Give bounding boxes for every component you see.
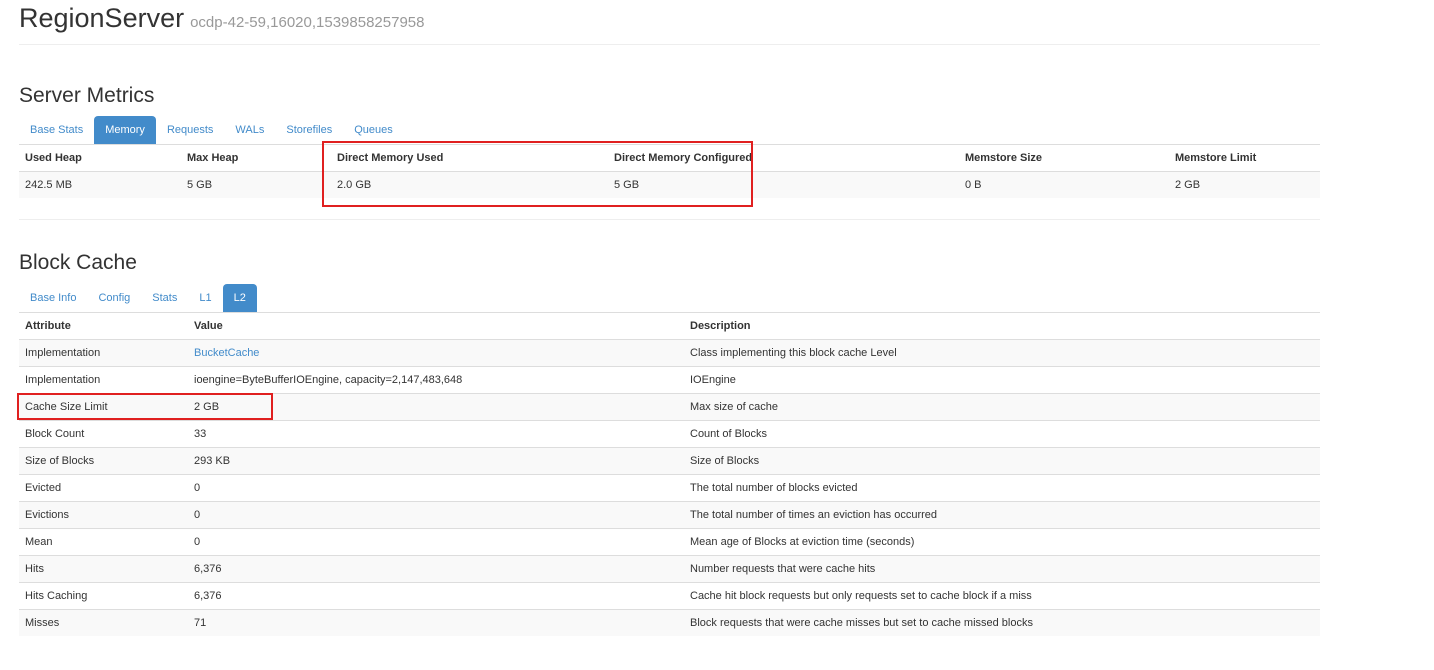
value-cell: BucketCache [188,339,684,367]
table-row: Hits 6,376 Number requests that were cac… [19,555,1320,583]
page-title: RegionServer ocdp-42-59,16020,15398582579… [19,3,424,34]
value-cell: 33 [188,420,684,448]
block-cache-title: Block Cache [19,251,137,274]
table-row: Size of Blocks 293 KB Size of Blocks [19,447,1320,475]
table-header-row: Attribute Value Description [19,312,1320,340]
table-row: 242.5 MB 5 GB 2.0 GB 5 GB 0 B 2 GB [19,171,1320,198]
attribute-cell: Hits Caching [19,582,188,610]
description-cell: Class implementing this block cache Leve… [684,339,1320,367]
description-cell: Block requests that were cache misses bu… [684,609,1320,636]
description-cell: IOEngine [684,366,1320,394]
tab-base-stats[interactable]: Base Stats [19,116,94,144]
value-cell: 293 KB [188,447,684,475]
attribute-cell: Evictions [19,501,188,529]
tab-base-info[interactable]: Base Info [19,284,87,312]
column-header: Direct Memory Configured [608,144,959,172]
server-name: ocdp-42-59,16020,1539858257958 [190,14,425,31]
page-header: RegionServer ocdp-42-59,16020,15398582579… [19,0,1320,45]
title-text: RegionServer [19,3,185,33]
value-cell: 0 [188,474,684,502]
table-row: Block Count 33 Count of Blocks [19,420,1320,448]
description-cell: Max size of cache [684,393,1320,421]
description-cell: Number requests that were cache hits [684,555,1320,583]
tab-stats[interactable]: Stats [141,284,188,312]
block-cache-tabs: Base Info Config Stats L1 L2 [19,284,257,312]
table-row: Cache Size Limit 2 GB Max size of cache [19,393,1320,421]
value-cell: 0 [188,501,684,529]
value-cell: 0 [188,528,684,556]
table-row: Implementation ioengine=ByteBufferIOEngi… [19,366,1320,394]
block-cache-table: Attribute Value Description Implementati… [19,312,1320,636]
attribute-cell: Hits [19,555,188,583]
attribute-cell: Implementation [19,339,188,367]
memstore-size-value: 0 B [959,171,1169,198]
value-cell: ioengine=ByteBufferIOEngine, capacity=2,… [188,366,684,394]
table-row: Hits Caching 6,376 Cache hit block reque… [19,582,1320,610]
server-metrics-title: Server Metrics [19,84,155,107]
table-row: Mean 0 Mean age of Blocks at eviction ti… [19,528,1320,556]
tab-config[interactable]: Config [87,284,141,312]
column-header: Direct Memory Used [331,144,608,172]
description-cell: The total number of times an eviction ha… [684,501,1320,529]
description-cell: Size of Blocks [684,447,1320,475]
direct-memory-configured-value: 5 GB [608,171,959,198]
table-row: Implementation BucketCache Class impleme… [19,339,1320,367]
value-cell: 6,376 [188,555,684,583]
max-heap-value: 5 GB [181,171,331,198]
tab-l2[interactable]: L2 [222,284,257,312]
column-header: Used Heap [19,144,181,172]
attribute-cell: Implementation [19,366,188,394]
column-header: Memstore Size [959,144,1169,172]
column-header: Max Heap [181,144,331,172]
direct-memory-used-value: 2.0 GB [331,171,608,198]
description-cell: Count of Blocks [684,420,1320,448]
attribute-cell: Misses [19,609,188,636]
tab-requests[interactable]: Requests [156,116,224,144]
table-row: Evicted 0 The total number of blocks evi… [19,474,1320,502]
attribute-cell: Block Count [19,420,188,448]
column-header: Memstore Limit [1169,144,1320,172]
memory-table: Used Heap Max Heap Direct Memory Used Di… [19,144,1320,198]
tab-queues[interactable]: Queues [343,116,404,144]
bucketcache-link[interactable]: BucketCache [194,347,259,359]
section-divider [19,219,1320,220]
tab-l1[interactable]: L1 [188,284,222,312]
used-heap-value: 242.5 MB [19,171,181,198]
table-row: Misses 71 Block requests that were cache… [19,609,1320,636]
value-cell: 2 GB [188,393,684,421]
description-cell: Cache hit block requests but only reques… [684,582,1320,610]
attribute-cell: Cache Size Limit [19,393,188,421]
tab-wals[interactable]: WALs [224,116,275,144]
value-cell: 71 [188,609,684,636]
column-header: Description [684,312,1320,340]
column-header: Value [188,312,684,340]
attribute-cell: Mean [19,528,188,556]
tab-memory[interactable]: Memory [94,116,156,144]
value-cell: 6,376 [188,582,684,610]
memstore-limit-value: 2 GB [1169,171,1320,198]
description-cell: Mean age of Blocks at eviction time (sec… [684,528,1320,556]
table-header-row: Used Heap Max Heap Direct Memory Used Di… [19,144,1320,172]
server-metrics-tabs: Base Stats Memory Requests WALs Storefil… [19,116,404,144]
attribute-cell: Evicted [19,474,188,502]
column-header: Attribute [19,312,188,340]
attribute-cell: Size of Blocks [19,447,188,475]
description-cell: The total number of blocks evicted [684,474,1320,502]
tab-storefiles[interactable]: Storefiles [275,116,343,144]
table-row: Evictions 0 The total number of times an… [19,501,1320,529]
